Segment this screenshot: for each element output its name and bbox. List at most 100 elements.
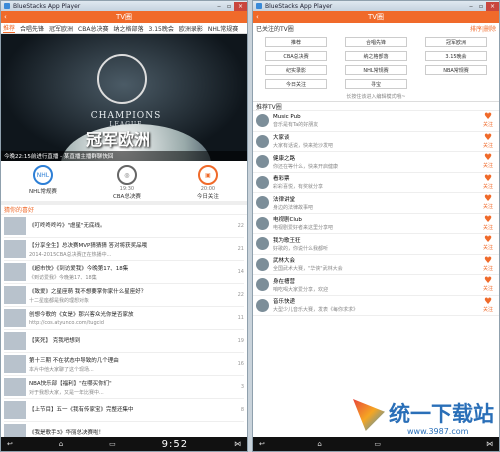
category-today[interactable]: ▣ 20:00 今日关注: [197, 165, 219, 200]
recents-nav-icon[interactable]: ▭: [109, 440, 116, 448]
channel-list: Music Pub 音乐是有Ta的好朋友 ♥ 关注 大家谈 大家有话说，快来抢沙发吧 ♥ 关注…: [253, 111, 499, 316]
feed-item[interactable]: 【分享全生】总决赛MVP猜猜猜 答对将获奖品哦 2014-2015CBA总决赛正在…: [4, 238, 244, 261]
tab-recommend[interactable]: 推荐: [3, 23, 16, 33]
feed-subtitle: 对于我想大家，又是一年比赛中...: [29, 389, 104, 396]
home-nav-icon[interactable]: ⌂: [59, 440, 63, 448]
heart-icon: ♥: [483, 255, 493, 266]
followed-channel-button[interactable]: 今日关注: [265, 79, 327, 89]
feed-title: 【上节目】五一《我有传家宝》完整还集中: [29, 407, 134, 413]
tab[interactable]: 欧洲录影: [179, 24, 203, 33]
followed-channel-button[interactable]: CBA总决赛: [265, 51, 327, 61]
channel-row[interactable]: 我为歌王狂 好歌的，你说什么我都听 ♥ 关注: [253, 234, 499, 255]
follow-button[interactable]: ♥ 关注: [480, 133, 496, 149]
channel-avatar: [256, 257, 269, 271]
channel-row[interactable]: 电视剧Club 电视剧爱好者来这里分享吧 ♥ 关注: [253, 214, 499, 234]
follow-button[interactable]: ♥ 关注: [480, 113, 496, 129]
maximize-button[interactable]: ▫: [476, 2, 486, 11]
followed-channel-button[interactable]: 合唱先锋: [345, 37, 407, 47]
channel-desc: 彩彩喜悦，有奖就分享: [273, 184, 324, 191]
banner-title: 冠军欧洲: [86, 130, 151, 149]
back-icon[interactable]: ‹: [4, 13, 7, 21]
channel-row[interactable]: 健康之路 你还在等什么，快来开启健康 ♥ 关注: [253, 152, 499, 173]
feed-item[interactable]: 创想今歌的《女是》那兴客众光你是否家放 http://cos.atyunco.co…: [4, 307, 244, 330]
channel-row[interactable]: 大家谈 大家有话说，快来抢沙发吧 ♥ 关注: [253, 132, 499, 152]
followed-channel-button[interactable]: 冠军欧洲: [425, 37, 487, 47]
follow-button[interactable]: ♥ 关注: [480, 215, 496, 231]
category-nhl[interactable]: NHL NHL常规赛: [29, 165, 57, 195]
maximize-button[interactable]: ▫: [224, 2, 234, 11]
feed-item[interactable]: 《超市快》《到访爱我》今晚第17、18集 《到访爱我》今晚第17、18集 14: [4, 261, 244, 284]
feed-item[interactable]: 《叮咚咚咚吟》"虐星"无底线。 22: [4, 215, 244, 238]
follow-button[interactable]: ♥ 关注: [480, 174, 496, 190]
follow-button[interactable]: ♥ 关注: [480, 277, 496, 293]
minimize-button[interactable]: ‒: [466, 2, 476, 11]
followed-channel-button[interactable]: [425, 79, 487, 89]
category-row: NHL NHL常规赛 ◎ 19:30 CBA总决赛 ▣ 20:00 今日关注: [1, 161, 247, 205]
feed-item[interactable]: 【上节目】五一《我有传家宝》完整还集中 8: [4, 399, 244, 422]
feed-item[interactable]: 《致爱》之星座萌 我不想要掌你家什么星座好？ 十二星座都是我的理想对象 22: [4, 284, 244, 307]
follow-button[interactable]: ♥ 关注: [480, 154, 496, 170]
title-bar: BlueStacks App Player ‒ ▫ ×: [253, 1, 499, 11]
category-cba[interactable]: ◎ 19:30 CBA总决赛: [113, 165, 141, 200]
tab[interactable]: CBA总决赛: [78, 24, 108, 33]
channel-desc: 全国武术大赛，"华侠"武林大会: [273, 266, 343, 273]
feed-item[interactable]: 【笑死】 克我吧想到 19: [4, 330, 244, 353]
nhl-icon: NHL: [32, 165, 53, 185]
recents-nav-icon[interactable]: ▭: [374, 440, 381, 448]
channel-row[interactable]: 音乐快递 大型少儿音乐大赛，发表《每你求求》 ♥ 关注: [253, 296, 499, 316]
channel-row[interactable]: 武林大会 全国武术大赛，"华侠"武林大会 ♥ 关注: [253, 255, 499, 275]
window-title: BlueStacks App Player: [265, 2, 333, 10]
channel-name: 看彩票: [273, 176, 290, 183]
follow-button[interactable]: ♥ 关注: [480, 255, 496, 272]
feed-title: 《叮咚咚咚吟》"虐星"无底线。: [29, 223, 106, 229]
follow-button[interactable]: ♥ 关注: [480, 195, 496, 211]
home-nav-icon[interactable]: ⌂: [317, 440, 321, 448]
share-icon[interactable]: ⋈: [486, 440, 493, 448]
featured-banner[interactable]: CHAMPIONSLEAGUE 冠军欧洲 今晚22:15前进行直播 - 某直播主…: [1, 34, 247, 161]
channel-avatar: [256, 155, 269, 169]
channel-row[interactable]: 看彩票 彩彩喜悦，有奖就分享 ♥ 关注: [253, 173, 499, 193]
follow-button[interactable]: ♥ 关注: [480, 297, 496, 313]
followed-channel-button[interactable]: 纳之格部落: [345, 51, 407, 61]
share-icon[interactable]: ⋈: [234, 440, 241, 448]
follow-button[interactable]: ♥ 关注: [480, 236, 496, 252]
tab[interactable]: 纳之格部落: [113, 24, 143, 33]
app-header: ‹ TV圈: [253, 11, 499, 23]
follow-label: 关注: [482, 286, 493, 293]
comment-count: 19: [237, 338, 244, 344]
close-button[interactable]: ×: [234, 1, 247, 11]
feed-title: 第十三期 不在状态中导致的几个理由: [29, 357, 119, 364]
feed-item[interactable]: NBA快乐部【福利】"在哪买你们" 对于我想大家，又是一年比赛中... 3: [4, 376, 244, 399]
back-icon[interactable]: ‹: [256, 13, 259, 21]
tab[interactable]: 冠军欧洲: [49, 24, 73, 33]
tab[interactable]: NHL常规赛: [208, 24, 238, 33]
followed-channel-button[interactable]: 纪实录影: [265, 65, 327, 75]
follow-label: 关注: [482, 204, 493, 211]
feed-item[interactable]: 第十三期 不在状态中导致的几个理由 本片中他大家聊了这个现场... 16: [4, 353, 244, 376]
followed-channel-button[interactable]: NBA常规赛: [425, 65, 487, 75]
tab[interactable]: 合唱先锋: [20, 24, 44, 33]
feed-title: 【分享全生】总决赛MVP猜猜猜 答对将获奖品哦: [29, 242, 148, 249]
channel-name: 身在槽营: [273, 278, 296, 285]
channel-desc: 音乐是有Ta的好朋友: [273, 121, 319, 128]
followed-channel-button[interactable]: NHL常规赛: [345, 65, 407, 75]
followed-channel-button[interactable]: 3.15晚会: [425, 51, 487, 61]
channel-avatar: [256, 298, 269, 312]
channel-row[interactable]: 身在槽营 咱吃喝大家爱分享，欢迎 ♥ 关注: [253, 275, 499, 296]
minimize-button[interactable]: ‒: [214, 2, 224, 11]
followed-channel-button[interactable]: 推荐: [265, 37, 327, 47]
edit-hint: 长按住该进入编辑模式哦~: [346, 94, 406, 100]
back-nav-icon[interactable]: ↩: [7, 440, 13, 448]
sort-delete-link[interactable]: 排序|删除: [470, 24, 496, 33]
feed-thumbnail: [4, 240, 26, 258]
channel-row[interactable]: 法律讲堂 身边的法律故事吧 ♥ 关注: [253, 193, 499, 214]
back-nav-icon[interactable]: ↩: [259, 440, 265, 448]
followed-channel-button[interactable]: 寻宝: [345, 79, 407, 89]
tab[interactable]: 3.15晚会: [148, 24, 173, 33]
close-button[interactable]: ×: [486, 1, 499, 11]
left-window: BlueStacks App Player ‒ ▫ × ‹ TV圈 推荐 合唱先锋 冠…: [0, 0, 248, 452]
channel-row[interactable]: Music Pub 音乐是有Ta的好朋友 ♥ 关注: [253, 111, 499, 132]
follow-label: 关注: [482, 224, 493, 231]
channel-avatar: [256, 134, 269, 148]
feed-thumbnail: [4, 332, 26, 350]
